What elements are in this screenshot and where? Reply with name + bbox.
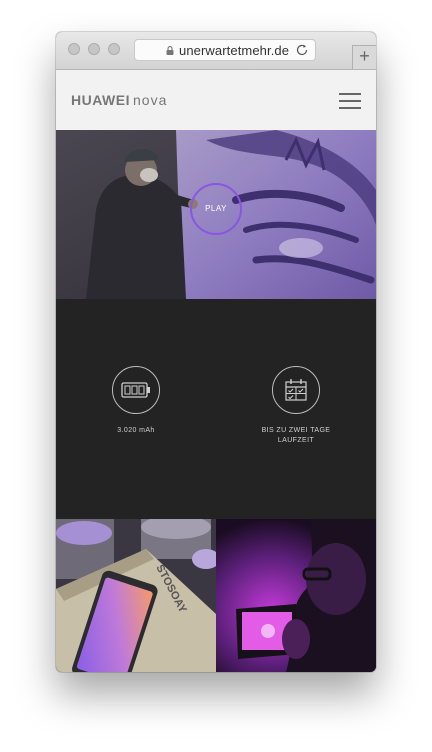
feature-battery: 3.020 mAh (81, 366, 191, 436)
site-header: HUAWEI nova (56, 70, 376, 130)
calendar-icon (285, 379, 307, 401)
address-bar-url: unerwartetmehr.de (179, 43, 290, 58)
feature-runtime: BIS ZU ZWEI TAGE LAUFZEIT (241, 366, 351, 446)
calendar-icon-circle (272, 366, 320, 414)
lock-icon (166, 46, 174, 55)
new-tab-button[interactable]: + (352, 45, 376, 69)
browser-toolbar: unerwartetmehr.de + (56, 32, 376, 70)
reload-icon[interactable] (295, 43, 309, 57)
battery-capacity-label: 3.020 mAh (117, 427, 155, 434)
gallery-image-phone[interactable]: STOSOAY (56, 519, 216, 672)
browser-window: unerwartetmehr.de + HUAWEI nova PLAY 3.0… (56, 32, 376, 672)
photographer-image (216, 519, 376, 672)
features-section: 3.020 mAh BIS ZU ZWEI TAGE LAUFZEIT (56, 299, 376, 519)
hero-video: PLAY (56, 130, 376, 299)
battery-icon (121, 382, 150, 398)
play-button[interactable]: PLAY (190, 183, 242, 235)
minimize-window-button[interactable] (88, 43, 100, 55)
zoom-window-button[interactable] (108, 43, 120, 55)
gallery-image-photographer[interactable] (216, 519, 376, 672)
image-gallery: STOSOAY (56, 519, 376, 672)
huawei-nova-logo[interactable]: HUAWEI nova (71, 92, 167, 108)
logo-product: nova (133, 92, 168, 108)
battery-icon-circle (112, 366, 160, 414)
close-window-button[interactable] (68, 43, 80, 55)
address-bar[interactable]: unerwartetmehr.de (134, 39, 316, 61)
runtime-label-line1: BIS ZU ZWEI TAGE (261, 427, 331, 434)
runtime-label-line2: LAUFZEIT (277, 437, 315, 444)
hamburger-menu-icon[interactable] (339, 93, 361, 109)
logo-brand: HUAWEI (71, 92, 130, 108)
phone-on-box-image: STOSOAY (56, 519, 216, 672)
runtime-label: BIS ZU ZWEI TAGE LAUFZEIT (241, 426, 351, 446)
